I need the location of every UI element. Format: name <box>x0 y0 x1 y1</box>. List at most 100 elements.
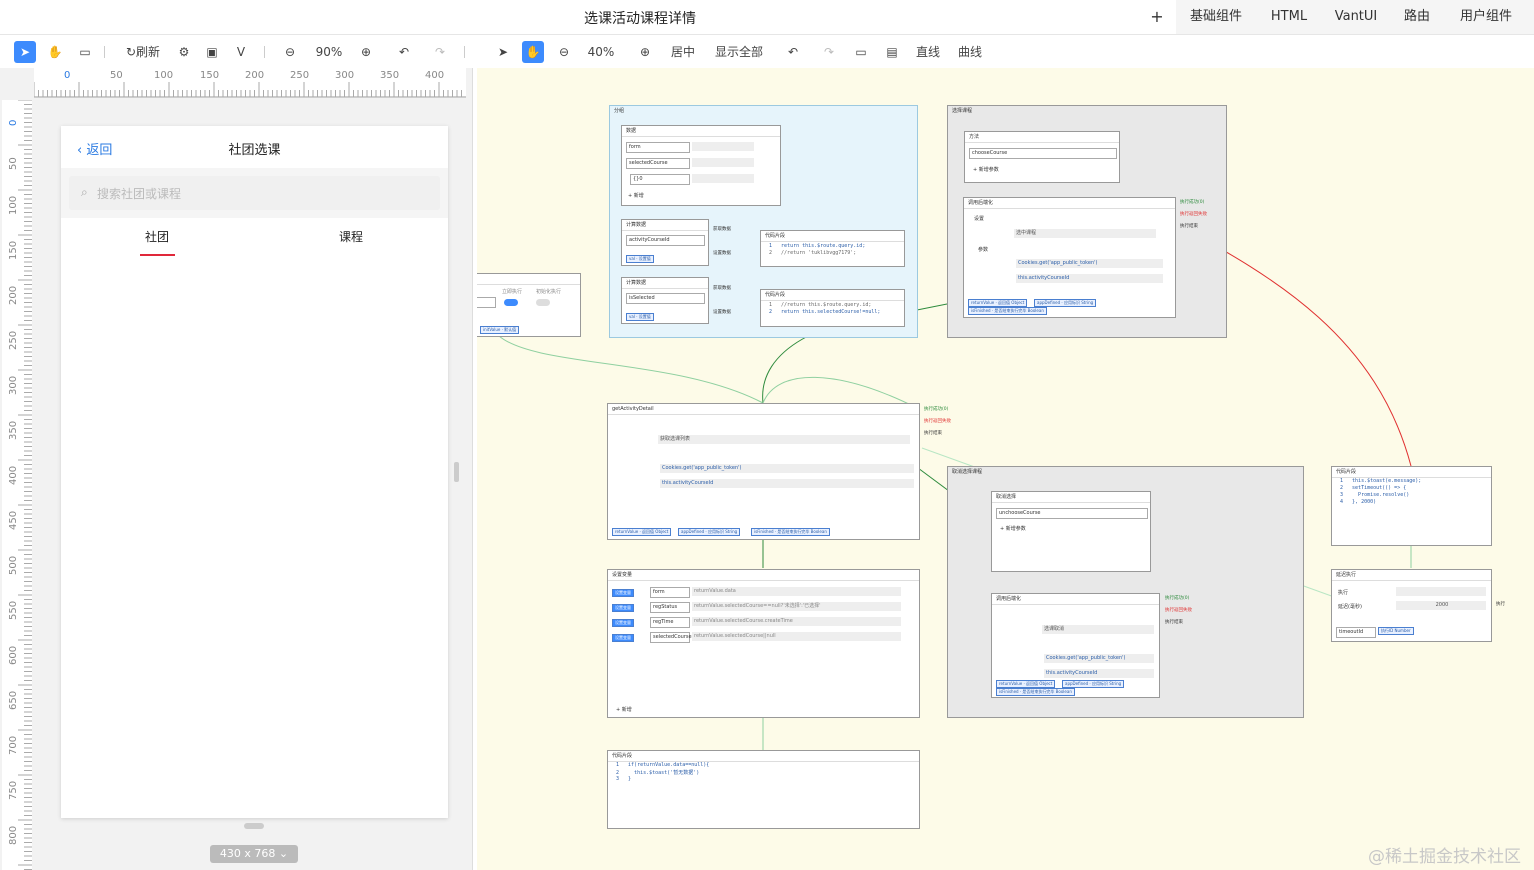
delay-label: 延迟(毫秒) <box>1338 604 1362 610</box>
var-name-field[interactable]: form <box>650 587 690 598</box>
code-block-icon[interactable]: ▤ <box>882 41 902 63</box>
var-expr-field[interactable]: returnValue.data <box>692 587 901 596</box>
settings-gear-icon[interactable]: ⚙ <box>174 41 194 63</box>
code-line: 1 this.$toast(e.message); <box>1340 478 1422 484</box>
arg-field[interactable]: this.activityCourseId <box>1016 274 1163 283</box>
delay-ms-input[interactable]: 2000 <box>1396 601 1486 610</box>
var-expr-field[interactable]: returnValue.selectedCourse.createTime <box>692 617 901 626</box>
vue-icon[interactable]: V <box>230 41 252 63</box>
code-line: 1 if(returnValue.data==null){ <box>616 762 710 768</box>
show-all-button[interactable]: 显示全部 <box>711 41 767 63</box>
method-name-field[interactable]: unchooseCourse <box>996 508 1148 519</box>
tab-courses[interactable]: 课程 <box>315 228 387 245</box>
center-button[interactable]: 居中 <box>667 41 699 63</box>
init-toggle[interactable] <box>536 299 550 306</box>
data-field[interactable]: form <box>626 142 690 153</box>
data-field[interactable]: {}0 <box>630 174 690 185</box>
computed-field[interactable]: isSelected <box>626 293 705 304</box>
code-node[interactable]: 代码片段 1 //return this.$route.query.id; 2 … <box>760 289 905 327</box>
resize-handle[interactable] <box>244 823 264 829</box>
search-bar: ⌕ 搜索社团或课程 <box>61 168 448 218</box>
select-tool-icon[interactable]: ➤ <box>14 41 36 63</box>
divider <box>104 46 105 58</box>
computed-field[interactable]: activityCourseId <box>626 235 705 246</box>
api-call-node[interactable]: getActivityDetail 获取选课列表 Cookies.get('ap… <box>607 403 920 540</box>
lifecycle-node[interactable]: 立即执行 初始化执行 initValue · 默认值 <box>477 273 581 337</box>
add-tab-button[interactable]: + <box>1147 0 1167 34</box>
pane-splitter-handle[interactable] <box>454 462 459 482</box>
zoom-in-icon[interactable]: ⊕ <box>635 41 655 63</box>
api-call-node[interactable]: 调用后端化 选课取消 Cookies.get('app_public_token… <box>991 593 1160 698</box>
device-size-selector[interactable]: 430 x 768 ⌄ <box>210 845 298 863</box>
rectangle-tool-icon[interactable]: ▭ <box>74 41 96 63</box>
refresh-button[interactable]: ↻刷新 <box>118 41 168 63</box>
ruler-label: 650 <box>8 690 19 710</box>
var-name-field[interactable]: selectedCourse <box>650 632 692 643</box>
var-name-field[interactable]: regTime <box>650 617 690 628</box>
add-param-button[interactable]: + 新增参数 <box>1000 525 1026 532</box>
add-variable-button[interactable]: + 新增 <box>616 706 632 713</box>
arg-field[interactable]: Cookies.get('app_public_token') <box>660 464 914 473</box>
method-node[interactable]: 取消选择 unchooseCourse + 新增参数 <box>991 491 1151 572</box>
var-expr-field[interactable]: returnValue.selectedCourse==null?'未选择':'… <box>692 602 901 611</box>
redo-icon[interactable]: ↷ <box>430 41 450 63</box>
pointer-icon[interactable]: ➤ <box>493 41 513 63</box>
var-expr-field[interactable]: returnValue.selectedCourse||null <box>692 632 901 641</box>
flow-canvas[interactable]: 分组 数据 form selectedCourse {}0 + 新增 计算数据 … <box>477 68 1534 870</box>
zoom-out-icon[interactable]: ⊖ <box>280 41 300 63</box>
ruler-label: 50 <box>8 157 19 170</box>
immediate-toggle[interactable] <box>504 299 518 306</box>
data-value[interactable] <box>692 174 754 183</box>
node-title: 调用后端化 <box>992 594 1159 605</box>
arg-field[interactable]: Cookies.get('app_public_token') <box>1044 654 1154 663</box>
data-value[interactable] <box>692 142 754 151</box>
ruler-label: 150 <box>200 70 220 81</box>
method-node[interactable]: 方法 chooseCourse + 新增参数 <box>964 131 1120 183</box>
var-name-field[interactable]: regStatus <box>650 602 690 613</box>
tab-user-components[interactable]: 用户组件 <box>1448 0 1524 34</box>
hand-icon[interactable]: ✋ <box>522 41 544 63</box>
method-select[interactable]: 选中课程 <box>1014 229 1156 238</box>
delay-node[interactable]: 延迟执行 执行 延迟(毫秒) 2000 timeoutId 执行ID Numbe… <box>1331 569 1492 642</box>
hand-tool-icon[interactable]: ✋ <box>44 41 66 63</box>
method-name-field[interactable]: chooseCourse <box>969 148 1117 159</box>
data-node[interactable]: 数据 form selectedCourse {}0 + 新增 <box>621 125 781 206</box>
add-param-button[interactable]: + 新增参数 <box>973 166 999 173</box>
set-variables-node[interactable]: 设置变量 设置变量 form returnValue.data 设置变量 reg… <box>607 569 920 718</box>
node-title: 取消选择 <box>992 492 1150 503</box>
computed-node[interactable]: 计算数据 isSelected val · 设置值 <box>621 277 709 324</box>
tab-basic-components[interactable]: 基础组件 <box>1180 0 1252 34</box>
ruler-label: 750 <box>8 780 19 800</box>
method-select[interactable]: 选课取消 <box>1042 625 1154 634</box>
tab-vantui[interactable]: VantUI <box>1326 0 1386 34</box>
clipboard-icon[interactable]: ▣ <box>202 41 222 63</box>
arg-field[interactable]: Cookies.get('app_public_token') <box>1016 259 1163 268</box>
code-node[interactable]: 代码片段 1 if(returnValue.data==null){ 2 thi… <box>607 750 920 829</box>
zoom-in-icon[interactable]: ⊕ <box>356 41 376 63</box>
code-node[interactable]: 代码片段 1 return this.$route.query.id; 2 //… <box>760 230 905 267</box>
set-var-tag: 设置变量 <box>612 634 634 642</box>
computed-node[interactable]: 计算数据 activityCourseId val · 设置值 <box>621 219 709 266</box>
method-select[interactable]: 获取选课列表 <box>658 435 910 444</box>
add-field-button[interactable]: + 新增 <box>628 192 644 199</box>
data-field[interactable]: selectedCourse <box>626 158 690 169</box>
code-node[interactable]: 代码片段 1 this.$toast(e.message); 2 setTime… <box>1331 466 1492 546</box>
curve-line-button[interactable]: 曲线 <box>955 41 985 63</box>
redo-icon[interactable]: ↷ <box>819 41 839 63</box>
arg-field[interactable]: this.activityCourseId <box>1044 669 1154 678</box>
straight-line-button[interactable]: 直线 <box>913 41 943 63</box>
undo-icon[interactable]: ↶ <box>783 41 803 63</box>
tab-clubs[interactable]: 社团 <box>121 228 193 245</box>
zoom-out-icon[interactable]: ⊖ <box>554 41 574 63</box>
tab-html[interactable]: HTML <box>1262 0 1316 34</box>
undo-icon[interactable]: ↶ <box>394 41 414 63</box>
delay-input[interactable] <box>1396 587 1486 596</box>
value-input[interactable] <box>477 297 496 308</box>
tab-router[interactable]: 路由 <box>1396 0 1438 34</box>
arg-field[interactable]: this.activityCourseId <box>660 479 914 488</box>
data-value[interactable] <box>692 158 754 167</box>
terminal-icon[interactable]: ▭ <box>851 41 871 63</box>
search-input[interactable]: ⌕ 搜索社团或课程 <box>69 176 440 210</box>
api-call-node[interactable]: 调用后端化 设置 选中课程 参数 Cookies.get('app_public… <box>963 197 1176 318</box>
ruler-label: 50 <box>110 70 123 81</box>
